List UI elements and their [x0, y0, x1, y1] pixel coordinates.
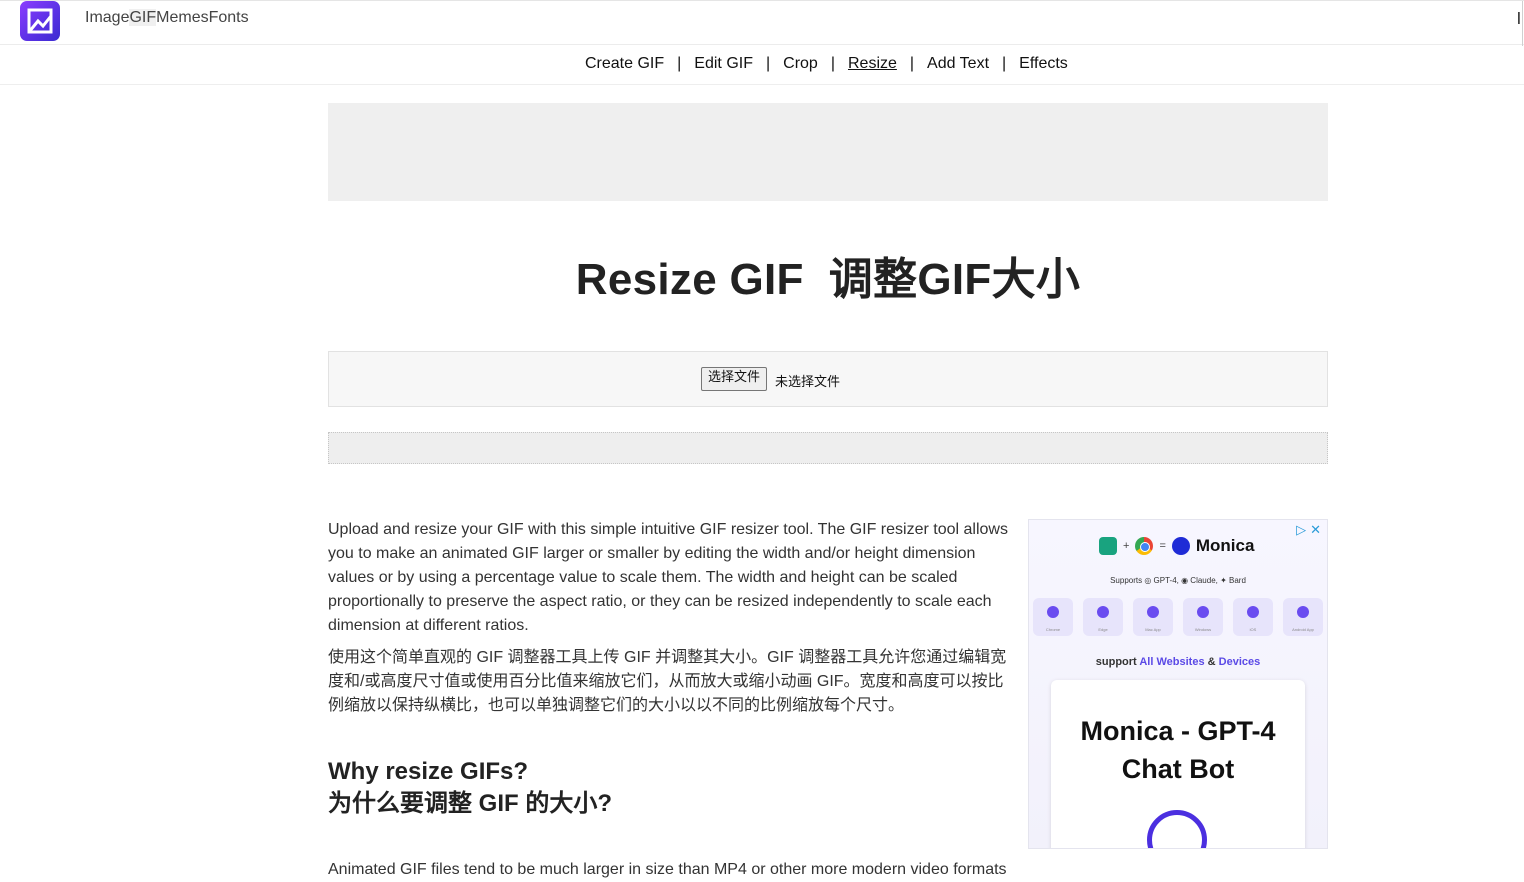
ios-platform-icon: iOS [1233, 598, 1273, 636]
ad-supports-line: Supports ◎ GPT-4, ◉ Claude, ✦ Bard [1029, 576, 1327, 585]
mac-platform-icon: Mac App [1133, 598, 1173, 636]
nav-fonts[interactable]: Fonts [209, 9, 249, 26]
chrome-icon [1135, 537, 1153, 555]
top-ad-banner [328, 103, 1328, 201]
ad-card-title: Monica - GPT-4 Chat Bot [1051, 712, 1305, 788]
site-logo[interactable] [20, 1, 60, 41]
article-content: Upload and resize your GIF with this sim… [328, 518, 1010, 882]
section-heading-en: Why resize GIFs? [328, 758, 528, 785]
nav-create-gif[interactable]: Create GIF [585, 55, 664, 72]
nav-resize[interactable]: Resize [848, 55, 897, 72]
edge-platform-icon: Edge [1083, 598, 1123, 636]
windows-platform-icon: Windows [1183, 598, 1223, 636]
nav-gif[interactable]: GIF [129, 9, 156, 26]
android-platform-icon: Android App [1283, 598, 1323, 636]
top-nav: ImageGIFMemesFonts [85, 9, 249, 27]
nav-effects[interactable]: Effects [1019, 55, 1068, 72]
nav-add-text[interactable]: Add Text [927, 55, 989, 72]
mascot-icon [1147, 810, 1207, 849]
nav-memes[interactable]: Memes [156, 9, 208, 26]
logo-icon [26, 7, 54, 35]
intro-paragraph-en: Upload and resize your GIF with this sim… [328, 518, 1010, 638]
ad-brand-row: + = Monica [1099, 536, 1254, 556]
top-header: ImageGIFMemesFonts l [0, 0, 1524, 45]
ad-support-line: support All Websites & Devices [1029, 656, 1327, 668]
side-ad[interactable]: ▷✕ + = Monica Supports ◎ GPT-4, ◉ Claude… [1028, 519, 1328, 849]
section-heading-zh: 为什么要调整 GIF 的大小? [328, 790, 612, 817]
upload-panel: 选择文件 未选择文件 [328, 351, 1328, 407]
adchoices-icon[interactable]: ▷ [1296, 522, 1306, 537]
chatgpt-icon [1099, 537, 1117, 555]
choose-file-button[interactable]: 选择文件 [701, 367, 767, 391]
output-area [328, 432, 1328, 464]
file-status-text: 未选择文件 [775, 371, 840, 390]
equals-sign: = [1159, 540, 1165, 552]
section-paragraph: Animated GIF files tend to be much large… [328, 858, 1010, 882]
section-heading: Why resize GIFs? 为什么要调整 GIF 的大小? [328, 756, 1010, 820]
plus-sign: + [1123, 540, 1129, 552]
nav-separator: | [1002, 55, 1006, 73]
ad-platform-list: Chrome Edge Mac App Windows iOS Android … [1033, 598, 1323, 636]
nav-image[interactable]: Image [85, 9, 129, 26]
page-title: Resize GIF 调整GIF大小 [328, 243, 1328, 307]
chrome-platform-icon: Chrome [1033, 598, 1073, 636]
nav-separator: | [910, 55, 914, 73]
cut-off-menu-text[interactable]: l [1517, 9, 1521, 29]
nav-separator: | [677, 55, 681, 73]
ad-brand-name: Monica [1196, 536, 1255, 556]
close-icon[interactable]: ✕ [1310, 522, 1321, 537]
ad-choices[interactable]: ▷✕ [1292, 522, 1321, 538]
ad-card[interactable]: Monica - GPT-4 Chat Bot [1051, 680, 1305, 849]
nav-separator: | [831, 55, 835, 73]
nav-separator: | [766, 55, 770, 73]
nav-edit-gif[interactable]: Edit GIF [694, 55, 753, 72]
scrollbar-edge [1522, 1, 1523, 46]
monica-icon [1172, 537, 1190, 555]
nav-crop[interactable]: Crop [783, 55, 818, 72]
intro-paragraph-zh: 使用这个简单直观的 GIF 调整器工具上传 GIF 并调整其大小。GIF 调整器… [328, 646, 1010, 718]
tool-nav: Create GIF | Edit GIF | Crop | Resize | Add Text… [0, 45, 1524, 85]
